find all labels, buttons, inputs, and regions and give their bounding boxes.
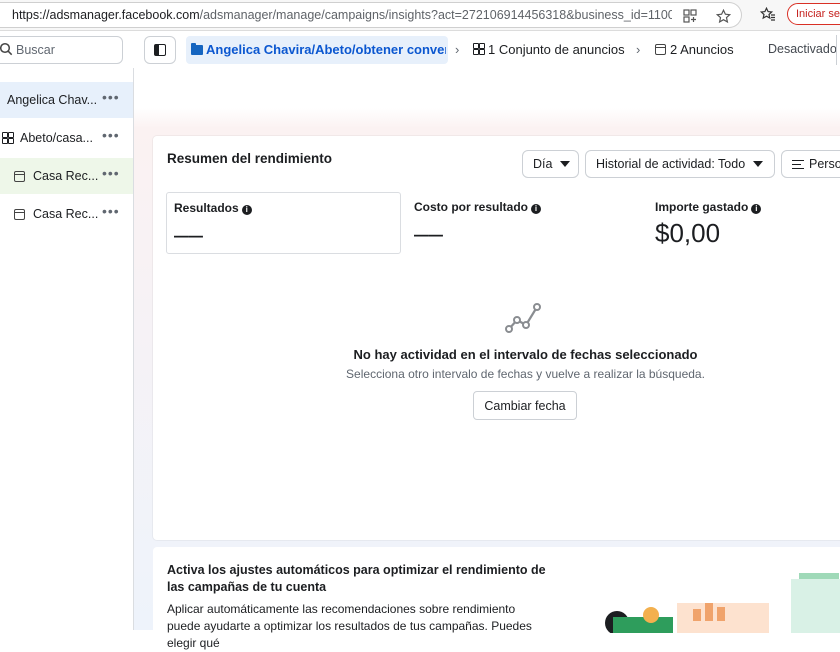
metric-label: Costo por resultado i (414, 200, 542, 214)
info-icon[interactable]: i (751, 204, 762, 214)
breadcrumb-campaign[interactable]: Angelica Chavira/Abeto/obtener conversa (186, 36, 448, 64)
more-options-icon[interactable]: ••• (102, 165, 120, 181)
browser-toolbar: https://adsmanager.facebook.com/adsmanag… (0, 0, 840, 31)
breadcrumb-campaign-label: Angelica Chavira/Abeto/obtener conversa (206, 42, 446, 57)
sidebar-item-label: Casa Rec... (33, 207, 99, 221)
url-text: https://adsmanager.facebook.com/adsmanag… (12, 8, 672, 22)
empty-state-subtitle: Selecciona otro intervalo de fechas y vu… (346, 367, 705, 381)
metric-amount-spent[interactable]: Importe gastado i $0,00 (648, 192, 840, 254)
more-options-icon[interactable]: ••• (102, 127, 120, 143)
metric-results[interactable]: Resultados i –– (166, 192, 401, 254)
sidebar-panel-icon (154, 44, 166, 56)
metric-value: $0,00 (655, 218, 721, 248)
signin-button[interactable]: Iniciar sesi (787, 3, 840, 25)
sidebar-item-adset[interactable]: Abeto/casa... ••• (0, 120, 133, 156)
card-body-text: Aplicar automáticamente las recomendacio… (167, 602, 532, 650)
search-placeholder: Buscar (16, 43, 55, 57)
illustration-image (605, 573, 840, 633)
ad-icon (655, 44, 666, 55)
breadcrumb-adset[interactable]: 1 Conjunto de anuncios (473, 42, 625, 57)
sidebar-item-campaign[interactable]: Angelica Chav... ••• (0, 82, 133, 118)
sidebar-item-label: Abeto/casa... (20, 131, 93, 145)
more-options-icon[interactable]: ••• (102, 203, 120, 219)
campaign-status: Desactivado (768, 42, 837, 56)
caret-down-icon (560, 161, 571, 167)
sidebar-item-label: Angelica Chav... (7, 93, 98, 107)
sliders-icon (792, 159, 804, 170)
change-date-button[interactable]: Cambiar fecha (473, 391, 577, 420)
search-icon (0, 42, 13, 56)
sidebar-item-ad[interactable]: Casa Rec... ••• (0, 196, 133, 232)
app-grid-icon[interactable] (683, 9, 697, 26)
customize-button[interactable]: Perso (781, 150, 840, 178)
caret-down-icon (753, 161, 764, 167)
address-bar[interactable]: https://adsmanager.facebook.com/adsmanag… (0, 2, 742, 28)
auto-optimization-card: Activa los ajustes automáticos para opti… (153, 547, 840, 650)
info-icon[interactable]: i (241, 205, 252, 215)
empty-state-title: No hay actividad en el intervalo de fech… (353, 347, 698, 362)
performance-summary-card: Resumen del rendimiento Día Historial de… (153, 136, 840, 540)
divider (836, 35, 837, 65)
metric-value: –– (174, 219, 203, 249)
ad-icon (14, 171, 25, 182)
metric-label: Resultados i (174, 201, 252, 215)
chevron-right-icon: › (636, 42, 641, 57)
ad-icon (14, 209, 25, 220)
info-icon[interactable]: i (531, 204, 542, 214)
card-title: Resumen del rendimiento (167, 151, 333, 166)
more-options-icon[interactable]: ••• (102, 89, 120, 105)
adset-grid-icon (2, 132, 14, 144)
folder-icon (191, 43, 203, 55)
metric-label: Importe gastado i (655, 200, 762, 214)
sidebar-item-label: Casa Rec... (33, 169, 99, 183)
card-title: Activa los ajustes automáticos para opti… (167, 563, 546, 594)
period-dropdown[interactable]: Día (522, 150, 579, 178)
campaign-tree-sidebar: Angelica Chav... ••• Abeto/casa... ••• C… (0, 68, 134, 630)
bookmark-star-icon[interactable] (715, 8, 732, 27)
line-chart-icon (505, 303, 541, 333)
toggle-sidebar-button[interactable] (144, 36, 176, 64)
favorites-icon[interactable] (759, 6, 776, 25)
search-input[interactable]: Buscar (0, 36, 123, 64)
metric-value: –– (414, 218, 443, 248)
chevron-right-icon: › (455, 42, 460, 57)
ads-manager-topbar: Buscar Angelica Chavira/Abeto/obtener co… (0, 31, 840, 69)
adset-grid-icon (473, 43, 485, 55)
breadcrumb-ads[interactable]: 2 Anuncios (655, 42, 734, 57)
sidebar-item-ad[interactable]: Casa Rec... ••• (0, 158, 133, 194)
activity-history-dropdown[interactable]: Historial de actividad: Todo (585, 150, 775, 178)
metric-cost-per-result[interactable]: Costo por resultado i –– (407, 192, 642, 254)
